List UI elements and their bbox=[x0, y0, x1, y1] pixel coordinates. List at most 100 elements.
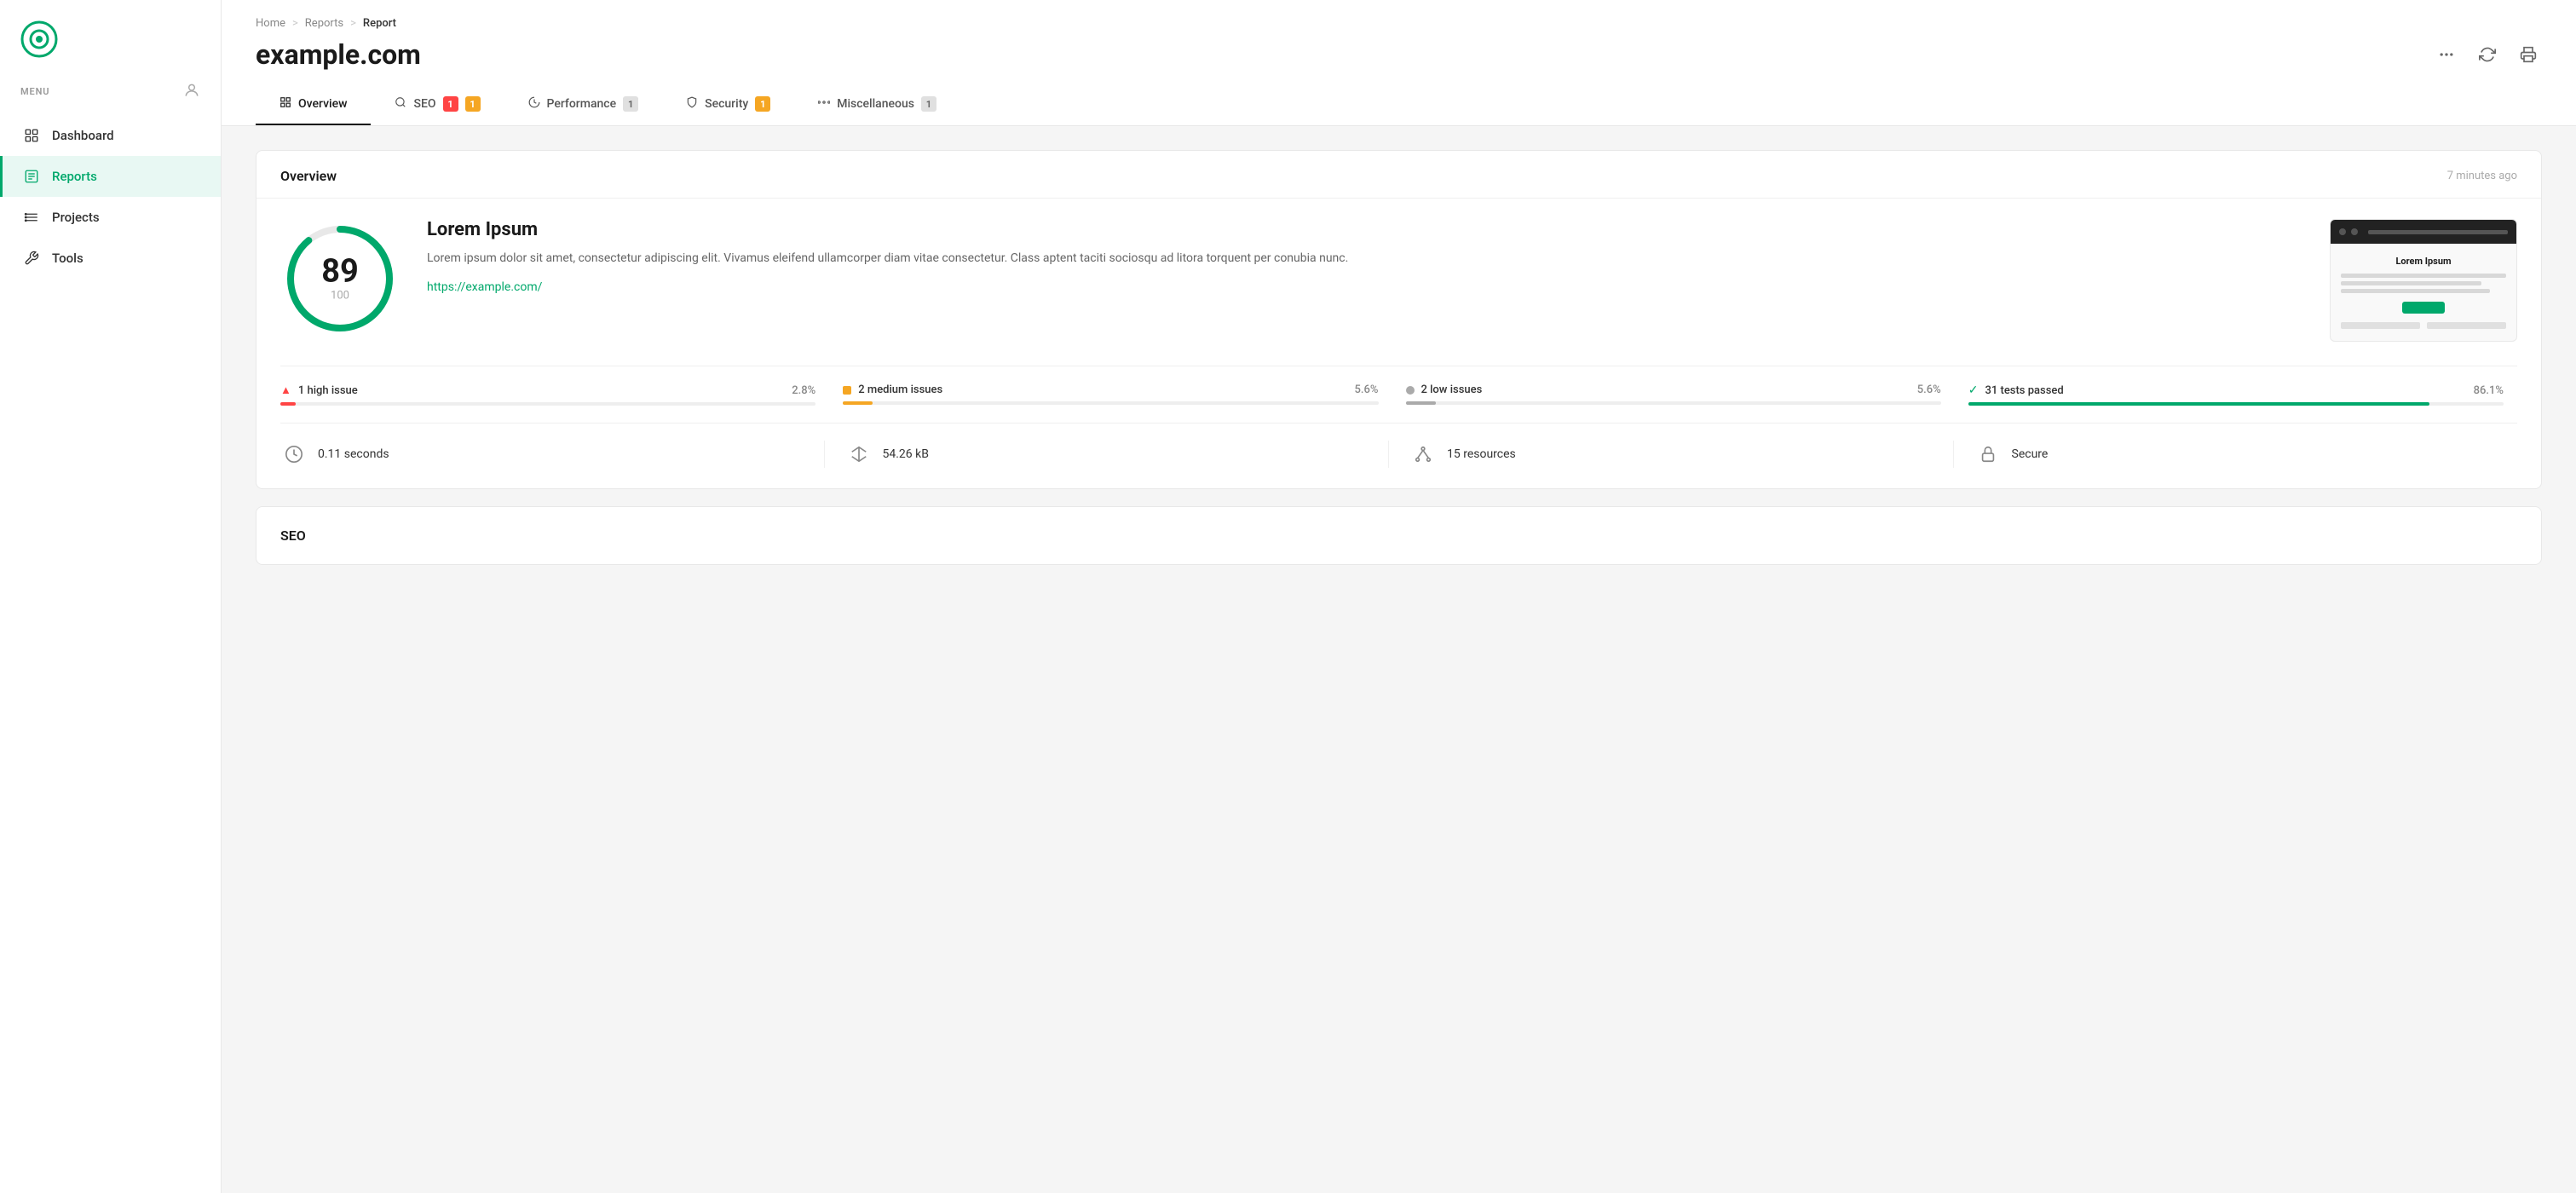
user-icon[interactable] bbox=[183, 82, 200, 101]
stat-time: 0.11 seconds bbox=[280, 441, 824, 468]
sidebar-label-projects: Projects bbox=[52, 210, 100, 225]
site-description: Lorem ipsum dolor sit amet, consectetur … bbox=[427, 249, 2302, 268]
page-header: Home > Reports > Report example.com bbox=[222, 0, 2576, 126]
issue-high: ▲ 1 high issue 2.8% bbox=[280, 383, 829, 406]
issue-medium-pct: 5.6% bbox=[1355, 383, 1379, 396]
refresh-icon bbox=[2479, 46, 2496, 63]
sidebar-item-projects[interactable]: Projects bbox=[0, 197, 221, 238]
issues-row: ▲ 1 high issue 2.8% 2 medium issues bbox=[280, 366, 2517, 406]
overview-card: Overview 7 minutes ago bbox=[256, 150, 2542, 489]
issue-medium-bar bbox=[843, 401, 1378, 405]
issue-high-bar bbox=[280, 402, 815, 406]
stat-size-value: 54.26 kB bbox=[883, 447, 929, 461]
tabs: Overview SEO 1 1 Per bbox=[256, 84, 2542, 125]
sidebar-label-tools: Tools bbox=[52, 251, 84, 266]
stat-resources-value: 15 resources bbox=[1447, 447, 1516, 461]
tab-security-label: Security bbox=[705, 97, 748, 111]
score-value: 89 bbox=[321, 256, 359, 288]
sidebar-item-dashboard[interactable]: Dashboard bbox=[0, 115, 221, 156]
issue-low-pct: 5.6% bbox=[1917, 383, 1941, 396]
seo-section-title: SEO bbox=[280, 527, 2517, 544]
stat-resources: 15 resources bbox=[1388, 441, 1953, 468]
breadcrumb: Home > Reports > Report bbox=[256, 17, 2542, 30]
lock-icon bbox=[1974, 441, 2002, 468]
content-area: Overview 7 minutes ago bbox=[222, 126, 2576, 589]
sidebar-nav: Dashboard Reports Projects bbox=[0, 112, 221, 282]
print-button[interactable] bbox=[2515, 41, 2542, 68]
tab-overview[interactable]: Overview bbox=[256, 84, 371, 125]
issue-passed-bar-fill bbox=[1968, 402, 2429, 406]
dashboard-icon bbox=[23, 127, 40, 144]
score-section: 89 100 Lorem Ipsum Lorem ipsum dolor sit… bbox=[280, 219, 2517, 342]
seo-icon bbox=[395, 96, 406, 112]
site-preview: Lorem Ipsum bbox=[2330, 219, 2517, 342]
medium-icon bbox=[843, 386, 851, 395]
tab-overview-label: Overview bbox=[298, 97, 347, 111]
preview-lines bbox=[2341, 274, 2506, 293]
network-icon bbox=[1409, 441, 1437, 468]
performance-badge: 1 bbox=[623, 96, 638, 112]
tab-performance[interactable]: Performance 1 bbox=[504, 84, 663, 125]
projects-icon bbox=[23, 209, 40, 226]
preview-body: Lorem Ipsum bbox=[2331, 244, 2516, 341]
overview-icon bbox=[279, 96, 291, 112]
seo-card: SEO bbox=[256, 506, 2542, 565]
score-text: 89 100 bbox=[321, 256, 359, 303]
check-icon: ✓ bbox=[1968, 383, 1979, 397]
page-title-row: example.com bbox=[256, 38, 2542, 71]
overview-time-ago: 7 minutes ago bbox=[2447, 170, 2517, 182]
preview-cta-button bbox=[2402, 302, 2445, 314]
tab-miscellaneous[interactable]: Miscellaneous 1 bbox=[794, 84, 960, 125]
stat-security: Secure bbox=[1953, 441, 2518, 468]
overview-card-header: Overview 7 minutes ago bbox=[256, 151, 2541, 199]
preview-top-bar bbox=[2331, 220, 2516, 244]
issue-medium-label: 2 medium issues 5.6% bbox=[843, 383, 1378, 396]
stat-security-value: Secure bbox=[2012, 447, 2049, 461]
breadcrumb-home[interactable]: Home bbox=[256, 17, 285, 30]
issue-medium-text: 2 medium issues bbox=[858, 383, 942, 396]
sidebar-label-dashboard: Dashboard bbox=[52, 128, 114, 143]
miscellaneous-icon bbox=[818, 96, 830, 112]
site-url[interactable]: https://example.com/ bbox=[427, 280, 542, 294]
breadcrumb-sep-2: > bbox=[350, 17, 356, 30]
preview-dot-3 bbox=[2368, 230, 2508, 234]
sidebar-item-tools[interactable]: Tools bbox=[0, 238, 221, 279]
overview-card-body: 89 100 Lorem Ipsum Lorem ipsum dolor sit… bbox=[256, 199, 2541, 488]
issue-high-pct: 2.8% bbox=[792, 384, 815, 397]
more-options-button[interactable] bbox=[2433, 41, 2460, 68]
low-icon bbox=[1406, 386, 1415, 395]
tab-security[interactable]: Security 1 bbox=[662, 84, 794, 125]
tab-seo[interactable]: SEO 1 1 bbox=[371, 84, 504, 125]
preview-line-1 bbox=[2341, 274, 2506, 278]
preview-footer-block-1 bbox=[2341, 322, 2420, 329]
print-icon bbox=[2520, 46, 2537, 63]
site-info: Lorem Ipsum Lorem ipsum dolor sit amet, … bbox=[427, 219, 2302, 294]
stat-time-value: 0.11 seconds bbox=[318, 447, 389, 461]
issue-passed-pct: 86.1% bbox=[2474, 384, 2504, 397]
tools-icon bbox=[23, 250, 40, 267]
sidebar-item-reports[interactable]: Reports bbox=[0, 156, 221, 197]
issue-medium-bar-fill bbox=[843, 401, 873, 405]
issue-low: 2 low issues 5.6% bbox=[1392, 383, 1955, 405]
preview-line-3 bbox=[2341, 289, 2490, 293]
performance-icon bbox=[528, 96, 540, 112]
breadcrumb-current: Report bbox=[363, 17, 396, 30]
sidebar: MENU Dashboard bbox=[0, 0, 222, 1193]
tab-miscellaneous-label: Miscellaneous bbox=[837, 97, 914, 111]
issue-low-label: 2 low issues 5.6% bbox=[1406, 383, 1941, 396]
scale-icon bbox=[845, 441, 873, 468]
tab-seo-label: SEO bbox=[413, 97, 435, 111]
breadcrumb-reports[interactable]: Reports bbox=[305, 17, 343, 30]
score-max: 100 bbox=[321, 290, 359, 303]
page-title: example.com bbox=[256, 38, 421, 71]
preview-title: Lorem Ipsum bbox=[2341, 256, 2506, 267]
issue-low-text: 2 low issues bbox=[1421, 383, 1483, 396]
logo-area bbox=[0, 0, 221, 75]
breadcrumb-sep-1: > bbox=[292, 17, 298, 30]
issue-passed: ✓ 31 tests passed 86.1% bbox=[1955, 383, 2517, 406]
issue-high-text: 1 high issue bbox=[298, 384, 358, 397]
issue-high-bar-fill bbox=[280, 402, 296, 406]
refresh-button[interactable] bbox=[2474, 41, 2501, 68]
preview-dot-2 bbox=[2351, 228, 2358, 235]
score-circle: 89 100 bbox=[280, 219, 400, 338]
